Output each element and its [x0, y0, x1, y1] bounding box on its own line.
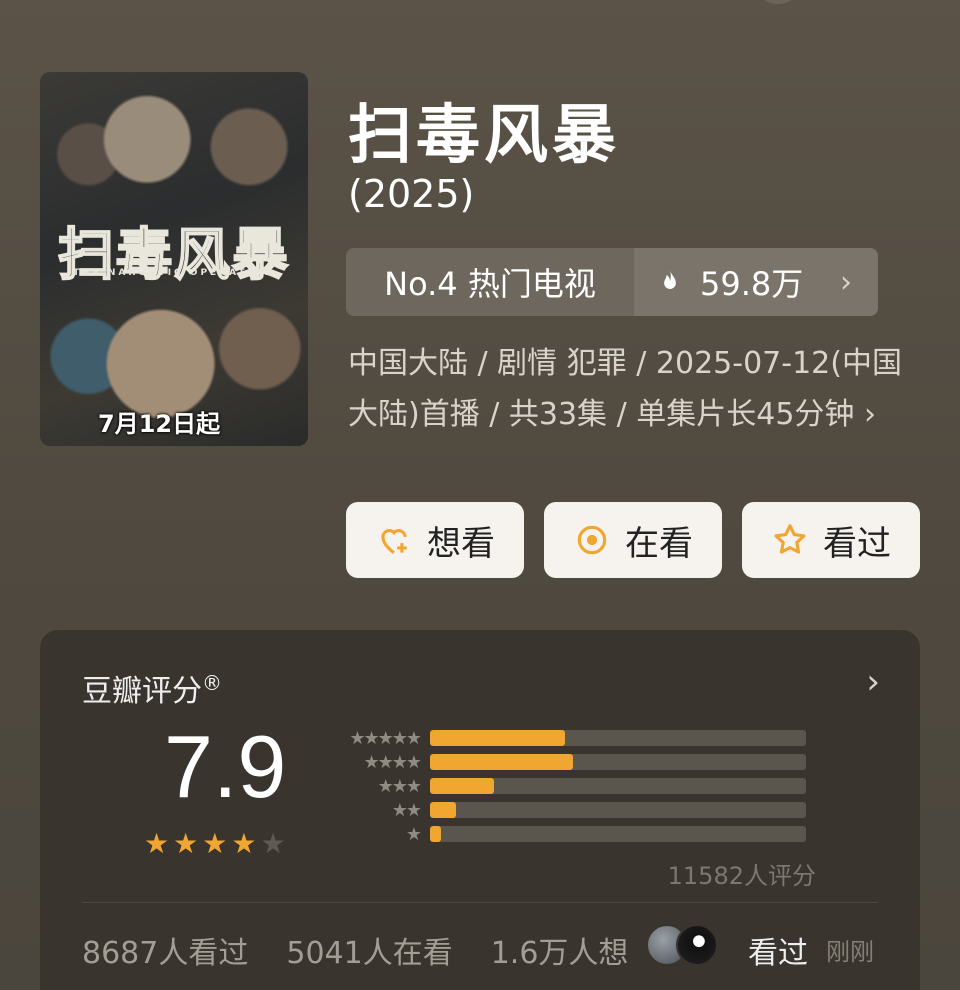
rating-bar-track: [430, 826, 806, 842]
star-level-icon: ★★★: [377, 775, 422, 797]
rating-bar-fill: [430, 802, 457, 818]
rank-label[interactable]: No.4 热门电视: [346, 248, 634, 316]
poster-date: 7月12日起: [98, 410, 221, 438]
star-filled-icon: ★: [202, 827, 228, 860]
star-level-icon: ★★★★: [363, 751, 422, 773]
rating-bar-row: ★: [334, 822, 806, 846]
divider: [82, 902, 878, 903]
show-year: (2025): [348, 172, 475, 216]
chevron-right-icon: ›: [840, 264, 852, 300]
rating-count: 11582人评分: [667, 862, 816, 890]
rating-score: 7.9: [164, 717, 287, 816]
watched-button[interactable]: 看过: [742, 502, 920, 578]
avatar: [676, 924, 718, 966]
poster-subtitle: THE NARCOTIC OPERATION: [72, 268, 276, 278]
star-level-icon: ★★: [391, 799, 422, 821]
star-filled-icon: ★: [144, 827, 170, 860]
poster-title: 扫毒风暴: [57, 222, 290, 289]
want-label: 想看: [427, 523, 495, 564]
heart-plus-icon: [381, 529, 407, 554]
star-filled-icon: ★: [231, 827, 257, 860]
rating-bar-row: ★★: [334, 798, 806, 822]
friend-time: 刚刚: [826, 938, 874, 966]
star-outline-icon: [774, 524, 806, 554]
star-level-icon: ★: [405, 823, 422, 845]
heat-button[interactable]: 59.8万 ›: [634, 248, 878, 316]
watch-stats: 8687人看过 5041人在看 1.6万人想: [82, 928, 666, 972]
star-filled-icon: ★: [173, 827, 199, 860]
rating-bar-fill: [430, 730, 566, 746]
show-title: 扫毒风暴: [348, 99, 620, 173]
want-count[interactable]: 1.6万人想: [491, 936, 629, 971]
star-level-icon: ★★★★★: [349, 727, 422, 749]
rating-label: 豆瓣评分: [82, 674, 202, 709]
watched-count[interactable]: 8687人看过: [82, 936, 248, 971]
rating-bar-track: [430, 778, 806, 794]
registered-mark: ®: [202, 671, 222, 695]
heat-value: 59.8万: [700, 265, 804, 303]
poster-image[interactable]: 扫毒风暴 THE NARCOTIC OPERATION 7月12日起: [40, 72, 308, 446]
friend-action: 看过: [748, 936, 808, 971]
rating-bar-row: ★★★★: [334, 750, 806, 774]
rating-card[interactable]: 豆瓣评分® › 7.9 ★ ★ ★ ★ ★ ★★★★★ ★★★★ ★★★ ★★ ★ 11582人…: [40, 630, 920, 990]
top-handle: [752, 0, 804, 4]
rating-bar-track: [430, 730, 806, 746]
watching-label: 在看: [625, 523, 693, 564]
rating-bar-row: ★★★★★: [334, 726, 806, 750]
watching-button[interactable]: 在看: [544, 502, 722, 578]
watched-label: 看过: [823, 523, 891, 564]
star-empty-icon: ★: [260, 827, 286, 860]
flame-icon: [664, 270, 676, 289]
rating-stars: ★ ★ ★ ★ ★: [144, 830, 286, 858]
watching-count[interactable]: 5041人在看: [286, 936, 452, 971]
rating-bar-fill: [430, 754, 573, 770]
show-meta[interactable]: 中国大陆 / 剧情 犯罪 / 2025-07-12(中国大陆)首播 / 共33集…: [348, 338, 908, 440]
rating-bar-track: [430, 802, 806, 818]
rating-distribution: ★★★★★ ★★★★ ★★★ ★★ ★: [334, 726, 806, 846]
rating-bar-fill: [430, 778, 494, 794]
rating-bar-row: ★★★: [334, 774, 806, 798]
rank-bar[interactable]: No.4 热门电视 59.8万 ›: [346, 248, 878, 316]
target-icon: [577, 525, 607, 555]
rating-title: 豆瓣评分®: [82, 666, 222, 710]
rating-bar-fill: [430, 826, 442, 842]
chevron-right-icon[interactable]: ›: [866, 662, 880, 702]
want-button[interactable]: 想看: [346, 502, 524, 578]
rating-bar-track: [430, 754, 806, 770]
friend-avatars[interactable]: [646, 924, 718, 966]
